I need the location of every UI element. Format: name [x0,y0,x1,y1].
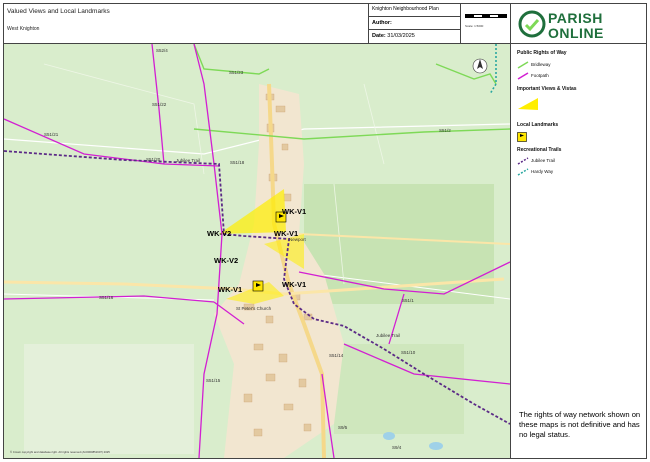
path-label: S9/4 [392,445,402,450]
view-label: WK-V2 [214,256,238,265]
path-label: S51/2 [439,128,451,133]
legend-hardy: Hardy Way [531,169,554,174]
plan-name: Knighton Neighbourhood Plan [369,4,461,17]
date-value: 31/03/2025 [387,33,415,39]
view-label: WK-V1 [218,285,242,294]
legend-heading-views: Important Views & Vistas [517,86,577,92]
header: Valued Views and Local Landmarks West Kn… [4,4,510,44]
info-block: Knighton Neighbourhood Plan Author: Date… [369,4,510,43]
date-label: Date: [372,33,386,39]
path-label: S9/5 [338,425,348,430]
date-field: Date: 31/03/2025 [369,30,461,43]
path-label: S51/20 [146,157,161,162]
view-label: WK-V2 [207,229,231,238]
legend-heading-prow: Public Rights of Way [517,50,567,56]
path-label: S51/15 [206,378,221,383]
path-label: S52/4 [156,48,168,53]
path-label: S51/23 [229,70,244,75]
author-field: Author: [369,17,461,30]
legend-jubilee: Jubilee Trail [531,158,556,163]
path-label: S51/18 [230,160,245,165]
parish-online-logo: PARISH ONLINE [510,4,646,44]
map-sheet: Valued Views and Local Landmarks West Kn… [3,3,647,459]
disclaimer-text: The rights of way network shown on these… [519,410,641,439]
title-block: Valued Views and Local Landmarks West Kn… [4,4,369,43]
map-canvas[interactable]: S52/4 S51/23 S51/22 S51/21 S51/20 S51/18… [4,44,510,458]
view-fan-swatch-icon [518,98,538,110]
hardy-swatch-icon [517,168,529,176]
view-label: WK-V1 [282,280,306,289]
path-label: S51/1 [402,298,414,303]
scale-text: Scale: 1:5000 [465,24,484,28]
view-label: WK-V1 [282,207,306,216]
path-label: S51/21 [44,132,59,137]
legend-heading-landmarks: Local Landmarks [517,122,559,128]
north-arrow-icon [472,58,488,74]
legend-bridleway: Bridleway [531,62,551,67]
area-name: West Knighton [7,26,40,32]
legend-footpath: Footpath [531,73,549,78]
logo-text-online: ONLINE [548,25,604,41]
scale-bar: Scale: 1:5000 [461,4,510,43]
copyright-text: © Crown copyright and database right. Al… [10,450,110,454]
path-label: S51/10 [401,350,416,355]
scale-bar-graphic [465,14,507,18]
view-label: WK-V1 [274,229,298,238]
landmark-flag-icon [252,280,264,292]
map-title: Valued Views and Local Landmarks [7,8,110,15]
legend-panel: Public Rights of Way Bridleway Footpath … [510,44,646,458]
landmark-flag-icon [517,132,527,142]
bridleway-swatch-icon [517,61,529,69]
path-label: S51/14 [329,353,344,358]
logo-mark-icon [518,10,546,38]
footpath-swatch-icon [517,72,529,80]
author-label: Author: [372,20,392,26]
map-svg: S52/4 S51/23 S51/22 S51/21 S51/20 S51/18… [4,44,510,458]
path-label: S51/16 [99,295,114,300]
logo-text-parish: PARISH [548,10,603,26]
jubilee-swatch-icon [517,157,529,165]
trail-label: Jubilee Trail [376,333,400,338]
path-label: S51/22 [152,102,167,107]
place-label: St Peter's Church [236,306,272,311]
legend-heading-trails: Recreational Trails [517,147,562,153]
trail-label: Jubilee Trail [176,158,200,163]
